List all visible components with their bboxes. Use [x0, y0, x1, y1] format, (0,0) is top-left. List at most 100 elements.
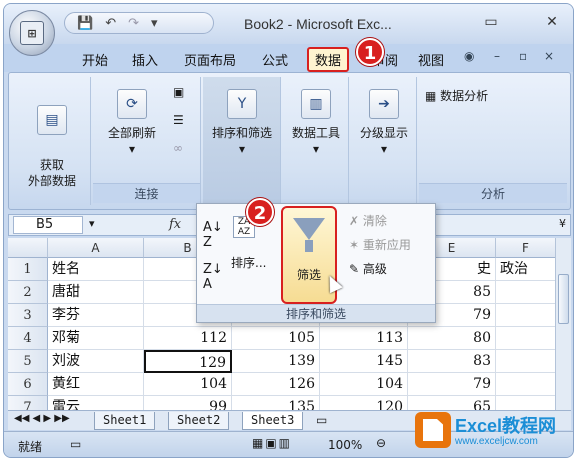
group-analysis: ▦ 数据分析 分析 [419, 77, 567, 205]
grid-cell[interactable] [496, 281, 555, 304]
grid-cell[interactable] [496, 350, 555, 373]
tab-home[interactable]: 开始 [82, 50, 108, 69]
vertical-scrollbar[interactable] [555, 238, 571, 410]
group-sort-filter: Y 排序和筛选 ▾ [203, 77, 281, 205]
tab-page-layout[interactable]: 页面布局 [184, 50, 236, 69]
outline-button[interactable]: ➔ 分级显示 ▾ [353, 89, 415, 157]
grid-cell[interactable]: 80 [408, 327, 496, 350]
grid-cell[interactable]: 139 [232, 350, 320, 373]
grid-cell[interactable]: 112 [144, 327, 232, 350]
tab-formulas[interactable]: 公式 [262, 50, 288, 69]
row-header[interactable]: 6 [8, 373, 48, 396]
group-outline: ➔ 分级显示 ▾ [351, 77, 417, 205]
select-all-corner[interactable] [8, 238, 48, 258]
advanced-filter-button[interactable]: ✎ 高级 [349, 260, 387, 277]
row-header[interactable]: 7 [8, 396, 48, 410]
funnel-icon [293, 218, 325, 240]
grid-cell[interactable]: 79 [408, 373, 496, 396]
macro-record-icon[interactable]: ▭ [70, 437, 81, 451]
sort-filter-dropdown: A↓ Z ZA AZ Z↓ A 排序... 筛选 ✗ 清除 ✶ 重新应用 ✎ 高级 排… [196, 203, 436, 323]
grid-cell[interactable]: 姓名 [48, 258, 144, 281]
step-badge-2: 2 [246, 198, 274, 226]
formula-expand-icon[interactable]: ¥ [559, 217, 566, 230]
sort-za-icon[interactable]: Z↓ A [203, 262, 223, 292]
data-tools-icon: ▥ [301, 89, 331, 119]
close-button[interactable]: ✕ [537, 12, 567, 32]
sheet-tab-1[interactable]: Sheet1 [94, 412, 156, 430]
view-buttons-icon[interactable]: ▦▣▥ [252, 436, 292, 450]
clear-label: 清除 [362, 214, 387, 228]
fx-icon[interactable]: fx [169, 217, 181, 232]
grid-cell[interactable] [496, 396, 555, 410]
data-tools-label: 数据工具 [291, 126, 340, 140]
grid-cell[interactable]: 104 [144, 373, 232, 396]
scroll-thumb[interactable] [558, 274, 569, 324]
grid-cell[interactable]: 政治 [496, 258, 555, 281]
row-header[interactable]: 3 [8, 304, 48, 327]
zoom-out-icon[interactable]: ⊖ [376, 436, 386, 450]
outline-icon: ➔ [369, 89, 399, 119]
tab-insert[interactable]: 插入 [132, 50, 158, 69]
selected-cell-b5[interactable]: 129 [144, 350, 232, 373]
refresh-dropdown-icon: ▾ [128, 142, 136, 156]
sort-filter-button[interactable]: Y 排序和筛选 ▾ [205, 89, 279, 157]
grid-cell[interactable] [496, 327, 555, 350]
column-header-a[interactable]: A [48, 238, 144, 258]
ribbon-restore-icon[interactable]: ▫ [519, 49, 527, 63]
refresh-all-button[interactable]: ⟳ 全部刷新 ▾ [99, 89, 165, 157]
grid-cell[interactable]: 黄红 [48, 373, 144, 396]
dropdown-group-label: 排序和筛选 [197, 304, 435, 322]
connections-icon[interactable]: ▣ [173, 85, 184, 99]
undo-icon[interactable]: ↶ [105, 16, 116, 31]
get-external-data-button[interactable]: ▤ 获取 外部数据 [17, 89, 87, 189]
row-header[interactable]: 2 [8, 281, 48, 304]
minimize-button[interactable]: ▭ [476, 12, 506, 32]
watermark-url: www.exceljcw.com [455, 436, 538, 447]
grid-cell[interactable]: 邓菊 [48, 327, 144, 350]
sort-az-icon[interactable]: A↓ Z [203, 220, 223, 250]
tab-data[interactable]: 数据 [307, 47, 350, 72]
sheet-tab-2[interactable]: Sheet2 [168, 412, 230, 430]
grid-cell[interactable]: 65 [408, 396, 496, 410]
grid-cell[interactable]: 刘波 [48, 350, 144, 373]
grid-cell[interactable] [496, 373, 555, 396]
office-button[interactable]: ⊞ [9, 10, 55, 56]
qat-dropdown-icon[interactable]: ▾ [151, 16, 158, 31]
grid-cell[interactable]: 113 [320, 327, 408, 350]
edit-links-icon[interactable]: ∞ [173, 141, 183, 155]
grid-cell[interactable]: 83 [408, 350, 496, 373]
row-header[interactable]: 4 [8, 327, 48, 350]
insert-sheet-icon[interactable]: ▭ [316, 413, 327, 427]
grid-cell[interactable]: 李芬 [48, 304, 144, 327]
zoom-level[interactable]: 100% [328, 438, 362, 452]
grid-cell[interactable]: 120 [320, 396, 408, 410]
save-icon[interactable]: 💾 [77, 16, 93, 31]
grid-cell[interactable]: 雷云 [48, 396, 144, 410]
grid-cell[interactable]: 105 [232, 327, 320, 350]
row-header[interactable]: 5 [8, 350, 48, 373]
name-box[interactable]: B5 [13, 216, 83, 234]
reapply-button[interactable]: ✶ 重新应用 [349, 236, 411, 253]
ribbon-minimize-icon[interactable]: – [494, 49, 500, 63]
redo-icon[interactable]: ↷ [128, 16, 139, 31]
name-box-dropdown-icon[interactable]: ▾ [89, 217, 95, 230]
column-header-f[interactable]: F [496, 238, 555, 258]
grid-cell[interactable]: 126 [232, 373, 320, 396]
data-analysis-button[interactable]: ▦ 数据分析 [425, 87, 488, 104]
clear-filter-button[interactable]: ✗ 清除 [349, 212, 387, 229]
grid-cell[interactable]: 99 [144, 396, 232, 410]
grid-cell[interactable] [496, 304, 555, 327]
tab-view[interactable]: 视图 [418, 50, 444, 69]
grid-cell[interactable]: 唐甜 [48, 281, 144, 304]
properties-icon[interactable]: ☰ [173, 113, 184, 127]
grid-cell[interactable]: 145 [320, 350, 408, 373]
sheet-tab-3[interactable]: Sheet3 [242, 412, 304, 430]
grid-cell[interactable]: 135 [232, 396, 320, 410]
row-header[interactable]: 1 [8, 258, 48, 281]
ribbon-close-icon[interactable]: × [544, 49, 554, 63]
help-icon[interactable]: ◉ [464, 49, 474, 63]
sheet-nav-icon[interactable]: ◀◀ ◀ ▶ ▶▶ [14, 413, 70, 424]
data-tools-button[interactable]: ▥ 数据工具 ▾ [285, 89, 347, 157]
grid-cell[interactable]: 104 [320, 373, 408, 396]
sort-button[interactable]: 排序... [231, 254, 266, 271]
